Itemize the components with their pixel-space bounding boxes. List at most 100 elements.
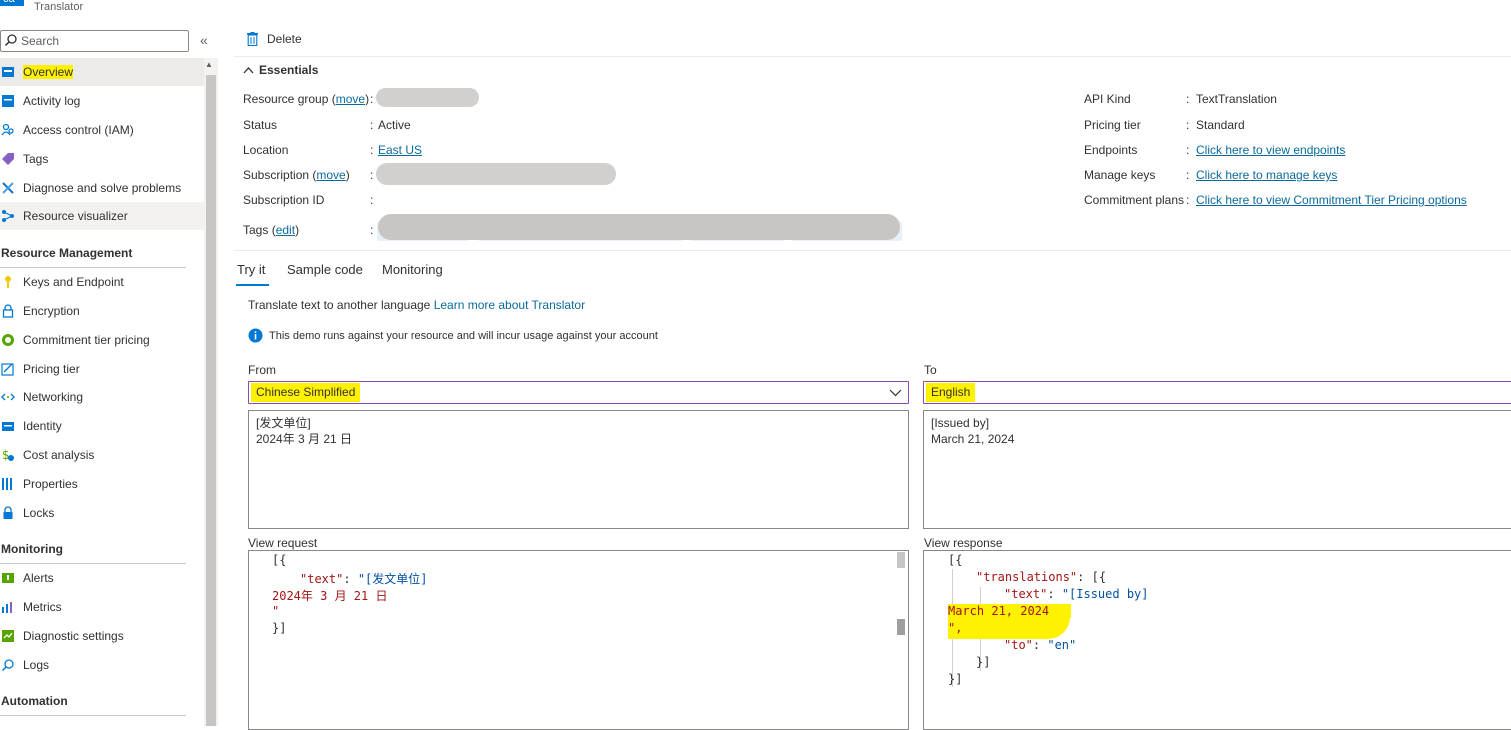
search-input[interactable]: Search [0, 30, 189, 52]
essentials-header: Essentials [259, 63, 319, 77]
pricing-icon [1, 363, 14, 376]
pricing-tier-label: Pricing tier [1084, 118, 1141, 132]
sidebar-item-commitment-tier[interactable]: Commitment tier pricing [0, 326, 204, 354]
essentials-toggle[interactable]: Essentials [243, 63, 318, 77]
view-request-label: View request [248, 536, 318, 550]
sidebar-item-overview[interactable]: Overview [0, 58, 204, 86]
collapse-sidebar-button[interactable]: « [200, 32, 208, 48]
overview-icon [2, 67, 14, 77]
learn-more-link[interactable]: Learn more about Translator [434, 298, 585, 312]
search-icon [4, 34, 17, 47]
sidebar-item-activity-log[interactable]: Activity log [0, 87, 204, 115]
to-language-dropdown[interactable]: English [923, 381, 1511, 404]
sidebar-item-properties[interactable]: Properties [0, 470, 204, 498]
sidebar-item-label: Overview [23, 65, 74, 79]
editor-scrollbar-thumb[interactable] [897, 552, 905, 568]
code-line: }] [948, 672, 963, 686]
from-language-dropdown[interactable]: Chinese Simplified [248, 381, 909, 404]
sidebar-item-tags[interactable]: Tags [0, 145, 204, 173]
commitment-icon [2, 334, 14, 346]
cost-icon: $ [2, 448, 14, 462]
tab-sample-code[interactable]: Sample code [287, 262, 363, 277]
intro-text: Translate text to another language [248, 298, 431, 312]
sidebar-item-label: Metrics [23, 600, 62, 614]
status-label: Status [243, 118, 278, 132]
source-text-input[interactable]: [发文单位] 2024年 3 月 21 日 [248, 410, 909, 529]
sidebar-item-cost-analysis[interactable]: $ Cost analysis [0, 441, 204, 469]
sidebar-item-label: Activity log [23, 94, 81, 108]
colon: : [1186, 92, 1190, 106]
sidebar-item-logs[interactable]: Logs [0, 651, 204, 679]
sidebar-scrollbar-thumb[interactable] [206, 75, 216, 726]
redacted-value [378, 214, 900, 240]
delete-button[interactable]: Delete [246, 32, 302, 46]
sidebar-item-label: Encryption [23, 304, 80, 318]
colon: : [1186, 143, 1190, 157]
pricing-tier-value: Standard [1196, 118, 1245, 132]
json-string: "[Issued by] [1061, 587, 1149, 601]
commitment-plans-label: Commitment plans [1084, 193, 1185, 207]
translated-text-output[interactable]: [Issued by] March 21, 2024 [923, 410, 1511, 529]
info-text: This demo runs against your resource and… [269, 329, 658, 342]
json-sep: : [{ [1077, 570, 1107, 584]
tab-monitoring[interactable]: Monitoring [382, 262, 443, 277]
response-code-editor[interactable]: [{ "translations": [{ "text": "[Issued b… [923, 550, 1511, 730]
sidebar-item-identity[interactable]: Identity [0, 412, 204, 440]
move-resource-group-link[interactable]: move [336, 92, 365, 106]
to-language-value: English [926, 383, 976, 402]
redacted-value [376, 163, 616, 185]
diagnostic-icon [2, 630, 14, 642]
sidebar-item-label: Properties [23, 477, 78, 491]
code-line-highlighted: March 21, 2024 [948, 604, 1072, 618]
sidebar-item-label: Alerts [23, 571, 54, 585]
sidebar-item-pricing-tier[interactable]: Pricing tier [0, 355, 204, 383]
json-key: "to" [1004, 638, 1033, 652]
sidebar-item-iam[interactable]: Access control (IAM) [0, 116, 204, 144]
editor-scrollbar-thumb[interactable] [897, 619, 905, 635]
chevron-down-icon [889, 389, 902, 397]
source-line: [发文单位] [256, 416, 311, 430]
commitment-plans-link[interactable]: Click here to view Commitment Tier Prici… [1196, 193, 1467, 207]
sidebar-item-label: Diagnostic settings [23, 629, 124, 643]
sidebar-item-label: Access control (IAM) [23, 123, 134, 137]
delete-label: Delete [267, 32, 302, 46]
json-sep: : [1032, 638, 1048, 652]
active-tab-indicator [236, 284, 269, 286]
code-line: 2024年 3 月 21 日 [272, 589, 388, 603]
subscription-id-label: Subscription ID [243, 193, 325, 207]
subscription-row-label: Subscription (move) [243, 168, 350, 182]
target-line: [Issued by] [931, 416, 990, 430]
sidebar-item-encryption[interactable]: Encryption [0, 297, 204, 325]
manage-keys-link[interactable]: Click here to manage keys [1196, 168, 1337, 182]
toolbar-divider [234, 56, 1511, 57]
sidebar-item-alerts[interactable]: Alerts [0, 564, 204, 592]
api-kind-label: API Kind [1084, 92, 1131, 106]
location-link[interactable]: East US [378, 143, 422, 157]
section-automation: Automation [1, 694, 68, 708]
highlight-mark [948, 617, 1070, 639]
tab-try-it[interactable]: Try it [237, 262, 265, 277]
move-subscription-link[interactable]: move [316, 168, 345, 182]
scroll-up-icon[interactable]: ▲ [205, 60, 213, 69]
code-line: "translations": [{ [976, 570, 1106, 584]
sidebar-item-metrics[interactable]: Metrics [0, 593, 204, 621]
sidebar-item-diagnose[interactable]: Diagnose and solve problems [0, 174, 204, 202]
sidebar-item-locks[interactable]: Locks [0, 499, 204, 527]
sidebar-item-keys-endpoint[interactable]: Keys and Endpoint [0, 268, 204, 296]
edit-tags-link[interactable]: edit [276, 223, 295, 237]
intro-row: Translate text to another language Learn… [248, 298, 585, 312]
sidebar-item-label: Cost analysis [23, 448, 95, 462]
sidebar-item-networking[interactable]: Networking [0, 383, 204, 411]
sidebar-item-diagnostic-settings[interactable]: Diagnostic settings [0, 622, 204, 650]
section-monitoring: Monitoring [1, 542, 63, 556]
alerts-icon [2, 573, 14, 583]
endpoints-link[interactable]: Click here to view endpoints [1196, 143, 1345, 157]
iam-icon [1, 123, 14, 136]
code-line: " [272, 604, 280, 618]
visualizer-icon [2, 210, 14, 222]
sidebar-item-resource-visualizer[interactable]: Resource visualizer [0, 202, 204, 230]
tags-label: Tags [243, 223, 269, 237]
request-code-editor[interactable]: [{ "text": "[发文单位] 2024年 3 月 21 日 " }] [248, 550, 909, 730]
sidebar-item-label: Commitment tier pricing [23, 333, 150, 347]
code-line: }] [976, 655, 991, 669]
